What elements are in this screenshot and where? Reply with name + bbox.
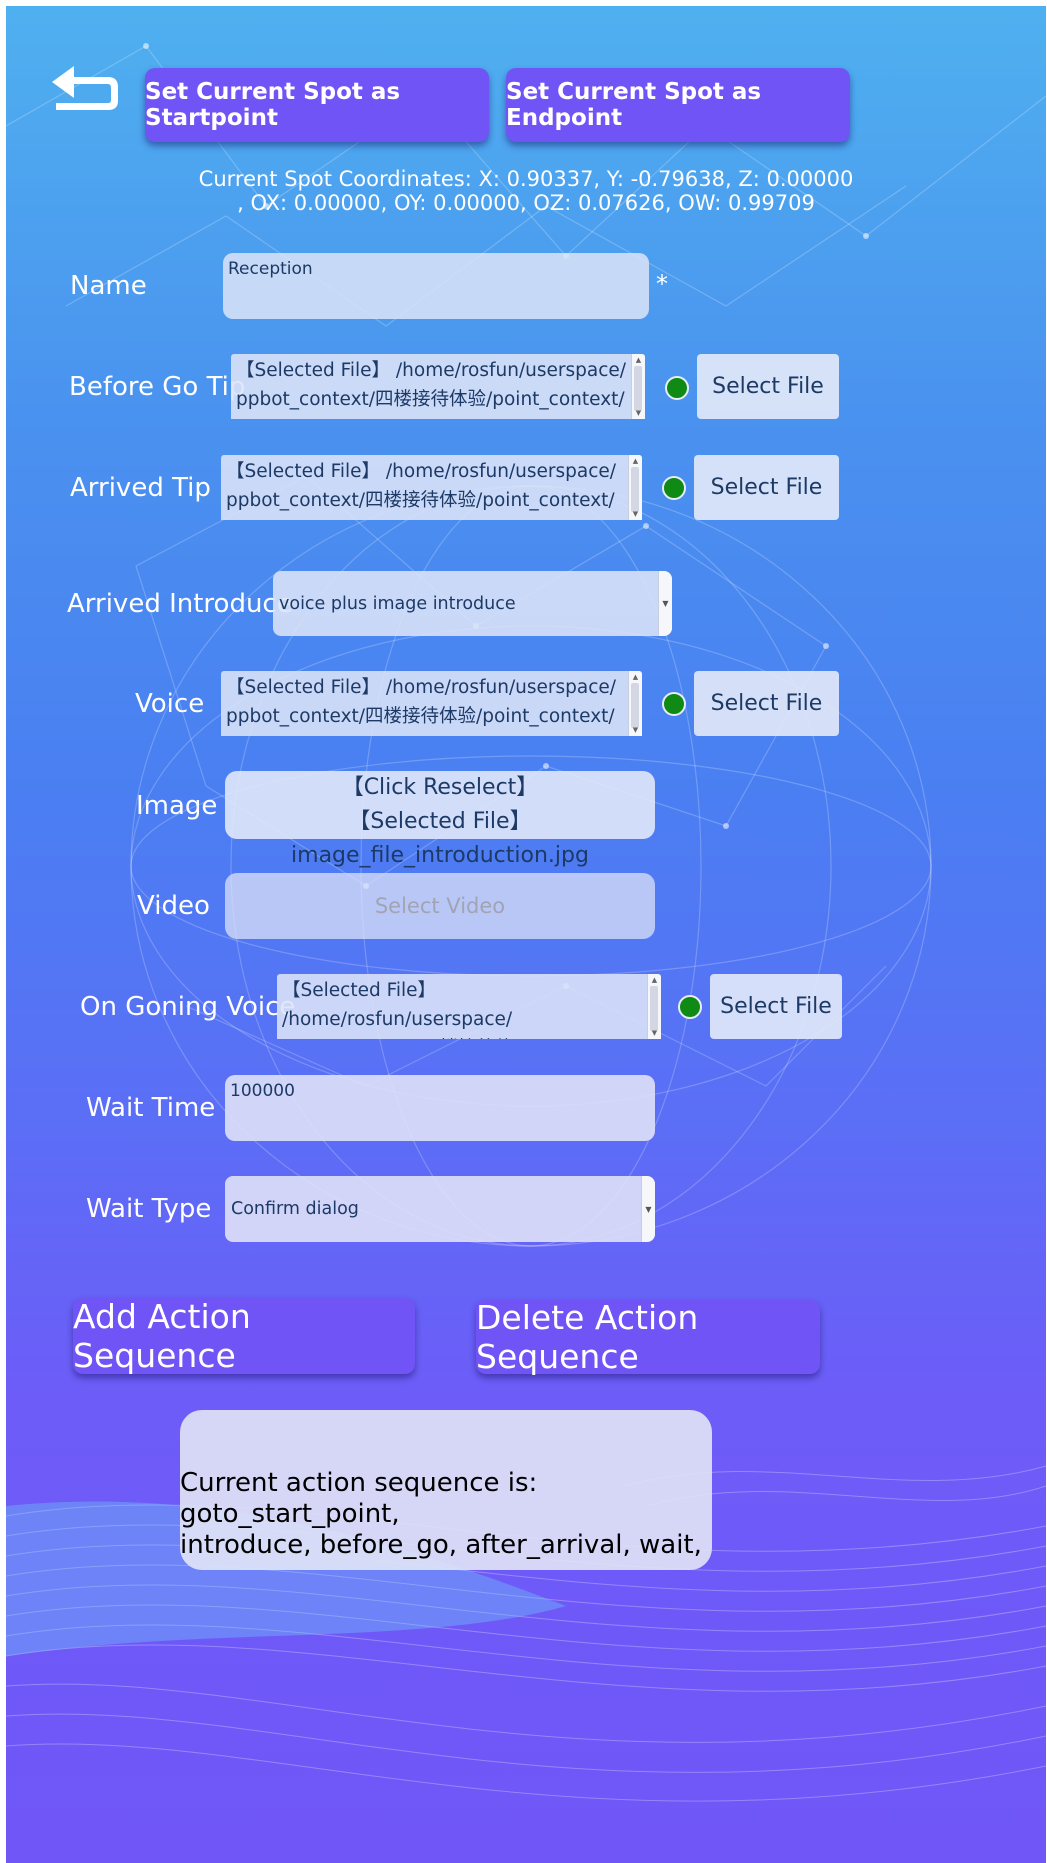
voice-textarea[interactable]: 【Selected File】 /home/rosfun/userspace/ … xyxy=(221,671,642,736)
before-go-tip-label: Before Go Tip xyxy=(69,372,246,402)
wait-time-input[interactable]: 100000 xyxy=(225,1075,655,1141)
arrived-tip-label: Arrived Tip xyxy=(70,473,211,503)
scroll-down-icon[interactable]: ▼ xyxy=(629,509,642,519)
scroll-down-icon[interactable]: ▼ xyxy=(632,408,645,418)
arrived-tip-scrollbar[interactable]: ▲ ▼ xyxy=(628,455,642,520)
required-asterisk: * xyxy=(656,270,668,298)
on-going-voice-path: 【Selected File】 /home/rosfun/userspace/ … xyxy=(282,980,514,1039)
name-input[interactable]: Reception xyxy=(223,253,649,319)
wait-type-value: Confirm dialog xyxy=(231,1199,359,1219)
arrived-introduce-select[interactable]: voice plus image introduce ▼ xyxy=(273,571,672,636)
on-going-voice-select-file-button[interactable]: Select File xyxy=(710,974,842,1039)
scroll-down-icon[interactable]: ▼ xyxy=(648,1028,661,1038)
scroll-up-icon[interactable]: ▲ xyxy=(648,975,661,985)
scroll-thumb[interactable] xyxy=(631,467,639,512)
before-go-tip-select-file-button[interactable]: Select File xyxy=(697,354,839,419)
scroll-thumb[interactable] xyxy=(631,683,639,728)
name-input-value: Reception xyxy=(228,259,313,279)
set-endpoint-button[interactable]: Set Current Spot as Endpoint xyxy=(506,68,850,142)
scroll-thumb[interactable] xyxy=(650,986,658,1031)
image-selected-file-text: 【Selected File】 image_file_introduction.… xyxy=(291,809,589,868)
image-label: Image xyxy=(136,791,218,821)
scroll-up-icon[interactable]: ▲ xyxy=(629,456,642,466)
arrived-introduce-label: Arrived Introduce xyxy=(67,589,293,619)
action-sequence-text: Current action sequence is: goto_start_p… xyxy=(180,1468,702,1560)
arrived-tip-textarea[interactable]: 【Selected File】 /home/rosfun/userspace/ … xyxy=(221,455,642,520)
arrived-tip-status-dot xyxy=(662,476,686,500)
set-startpoint-button[interactable]: Set Current Spot as Startpoint xyxy=(145,68,489,142)
back-button[interactable] xyxy=(46,60,126,116)
scroll-down-icon[interactable]: ▼ xyxy=(629,725,642,735)
scroll-thumb[interactable] xyxy=(634,366,642,411)
chevron-down-icon[interactable]: ▼ xyxy=(658,571,672,636)
on-going-voice-label: On Goning Voice xyxy=(80,992,296,1022)
back-arrow-icon xyxy=(52,66,118,110)
arrived-tip-path: 【Selected File】 /home/rosfun/userspace/ … xyxy=(226,461,617,520)
wait-time-value: 100000 xyxy=(230,1081,295,1101)
wait-type-label: Wait Type xyxy=(86,1194,212,1224)
image-reselect-button[interactable]: 【Click Reselect】 【Selected File】 image_f… xyxy=(225,771,655,868)
name-label: Name xyxy=(70,271,147,301)
voice-scrollbar[interactable]: ▲ ▼ xyxy=(628,671,642,736)
voice-select-file-button[interactable]: Select File xyxy=(694,671,839,736)
coordinates-line-2: , OX: 0.00000, OY: 0.00000, OZ: 0.07626,… xyxy=(237,191,815,215)
chevron-down-icon[interactable]: ▼ xyxy=(641,1176,655,1242)
image-reselect-text: 【Click Reselect】 xyxy=(341,775,539,800)
before-go-tip-textarea[interactable]: 【Selected File】 /home/rosfun/userspace/ … xyxy=(231,354,645,419)
scroll-up-icon[interactable]: ▲ xyxy=(629,672,642,682)
scroll-up-icon[interactable]: ▲ xyxy=(632,355,645,365)
select-video-button[interactable]: Select Video xyxy=(225,873,655,939)
delete-action-sequence-button[interactable]: Delete Action Sequence xyxy=(476,1298,820,1376)
before-go-tip-scrollbar[interactable]: ▲ ▼ xyxy=(631,354,645,419)
action-sequence-display: Current action sequence is: goto_start_p… xyxy=(180,1410,712,1570)
voice-label: Voice xyxy=(135,689,205,719)
arrived-introduce-value: voice plus image introduce xyxy=(279,593,516,614)
before-go-tip-path: 【Selected File】 /home/rosfun/userspace/ … xyxy=(236,360,627,419)
arrived-tip-select-file-button[interactable]: Select File xyxy=(694,455,839,520)
video-label: Video xyxy=(137,891,210,921)
add-action-sequence-button[interactable]: Add Action Sequence xyxy=(73,1297,415,1375)
wait-time-label: Wait Time xyxy=(86,1093,216,1123)
screen: Set Current Spot as Startpoint Set Curre… xyxy=(6,6,1046,1863)
voice-status-dot xyxy=(662,692,686,716)
voice-path: 【Selected File】 /home/rosfun/userspace/ … xyxy=(226,677,617,736)
on-going-voice-status-dot xyxy=(678,995,702,1019)
wait-type-select[interactable]: Confirm dialog ▼ xyxy=(225,1176,655,1242)
on-going-voice-textarea[interactable]: 【Selected File】 /home/rosfun/userspace/ … xyxy=(277,974,661,1039)
before-go-tip-status-dot xyxy=(665,376,689,400)
on-going-voice-scrollbar[interactable]: ▲ ▼ xyxy=(647,974,661,1039)
coordinates-line-1: Current Spot Coordinates: X: 0.90337, Y:… xyxy=(198,167,854,191)
